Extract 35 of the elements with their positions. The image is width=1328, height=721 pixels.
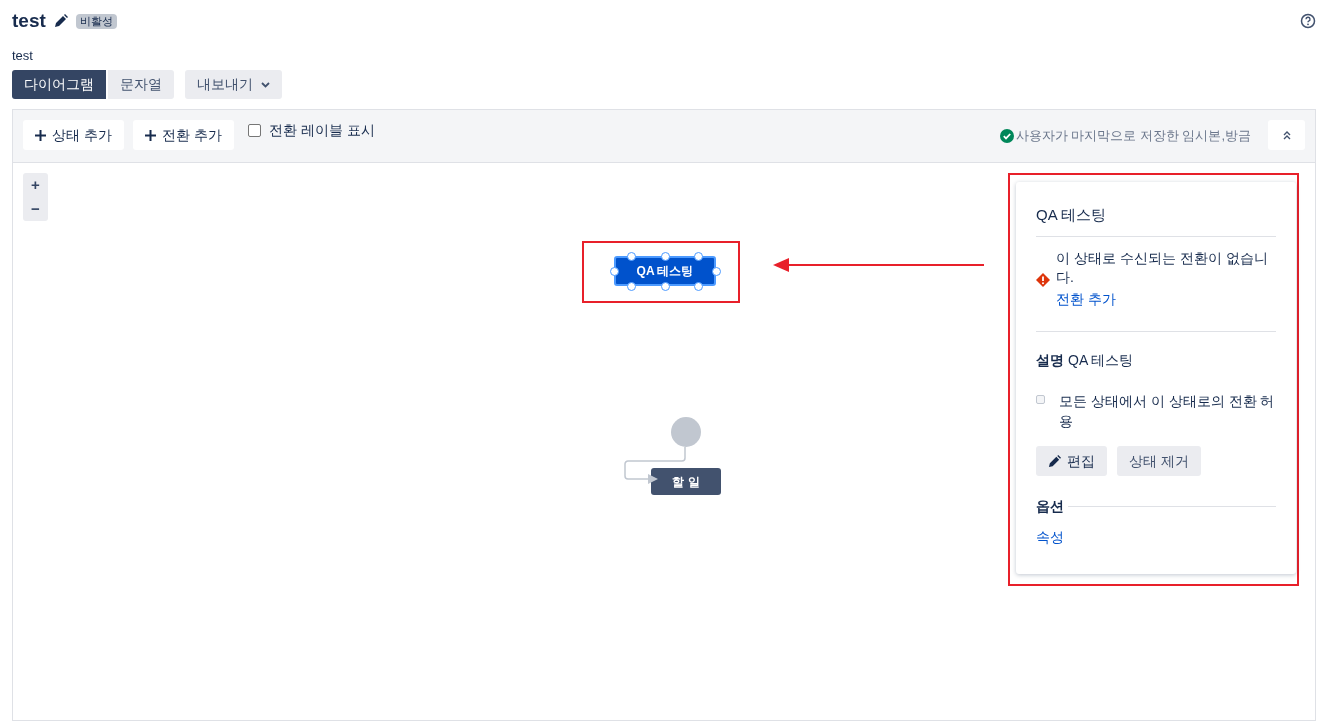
chevron-down-icon — [261, 81, 270, 88]
description-value: QA 테스팅 — [1068, 351, 1134, 370]
toolbar-button[interactable]: 전환 추가 — [132, 120, 234, 150]
status-node[interactable]: QA 테스팅 — [614, 256, 716, 286]
edit-button[interactable]: 편집 — [1036, 446, 1107, 476]
remove-status-button[interactable]: 상태 제거 — [1117, 446, 1201, 476]
pencil-icon[interactable] — [53, 14, 68, 28]
double-chevron-up-icon — [1281, 130, 1292, 140]
export-dropdown[interactable]: 내보내기 — [185, 70, 282, 99]
warning-text: 이 상태로 수신되는 전환이 없습니다. — [1056, 249, 1269, 287]
error-icon — [1036, 273, 1050, 287]
resize-handle[interactable] — [660, 251, 670, 261]
plus-icon — [144, 129, 156, 141]
resize-handle[interactable] — [660, 281, 670, 291]
help-icon[interactable] — [1300, 13, 1316, 29]
plus-icon — [35, 129, 46, 141]
save-status-text: 사용자가 마지막으로 저장한 임시본,방금 — [1015, 127, 1251, 145]
toolbar-button[interactable]: 상태 추가 — [23, 120, 124, 150]
show-labels-checkbox[interactable]: 전환 레이블 표시 — [247, 121, 375, 139]
add-transition-link[interactable]: 전환 추가 — [1056, 287, 1274, 311]
status-badge: 비활성 — [75, 13, 117, 29]
check-circle-icon — [999, 128, 1014, 143]
options-heading: 옵션 — [1036, 497, 1064, 516]
zoom-out-button[interactable]: − — [23, 197, 48, 221]
status-node[interactable]: 할 일 — [651, 468, 721, 495]
page-title: test — [12, 8, 46, 33]
allow-all-checkbox[interactable]: 모든 상태에서 이 상태로의 전환 허용 — [1036, 391, 1276, 431]
description-label: 설명 — [1036, 351, 1064, 370]
view-tab[interactable]: 다이어그램 — [12, 70, 106, 99]
panel-title: QA 테스팅 — [1036, 205, 1107, 224]
properties-link[interactable]: 속성 — [1036, 527, 1276, 548]
description-text: test — [12, 47, 34, 64]
pencil-icon — [1048, 454, 1061, 468]
zoom-in-button[interactable]: + — [23, 173, 48, 197]
view-tab[interactable]: 문자열 — [108, 70, 174, 99]
